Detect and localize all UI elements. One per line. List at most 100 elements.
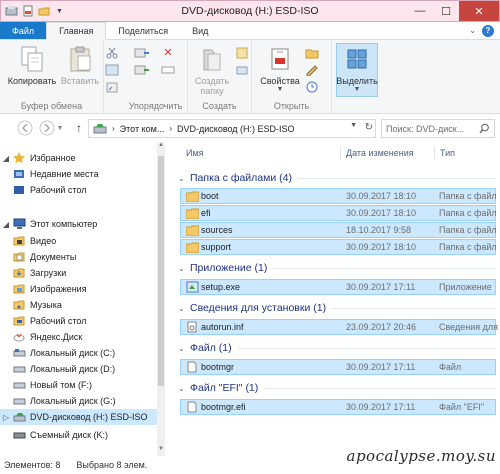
easy-access-icon[interactable] [234, 63, 250, 76]
paste-shortcut-icon[interactable] [104, 80, 120, 93]
item-count: Элементов: 8 [4, 460, 61, 470]
forward-button[interactable] [38, 119, 56, 137]
nav-item-favorites[interactable]: ◢ Избранное [0, 150, 160, 166]
nav-item-desktop[interactable]: Рабочий стол [0, 182, 160, 198]
tab-home[interactable]: Главная [46, 22, 107, 40]
tab-share[interactable]: Поделиться [106, 22, 180, 39]
collapsed-chevron-icon[interactable]: ▷ [0, 413, 12, 422]
column-header-date[interactable]: Дата изменения [346, 142, 414, 164]
column-header-name[interactable]: Имя [186, 142, 204, 164]
history-icon[interactable] [304, 80, 320, 93]
back-button[interactable] [16, 119, 34, 137]
select-button[interactable]: Выделить ▼ [336, 43, 378, 97]
nav-item-video[interactable]: Видео [0, 233, 160, 249]
ribbon-tabs: Файл Главная Поделиться Вид ⌄ ? [0, 22, 500, 40]
chevron-down-icon[interactable]: ▼ [277, 86, 284, 93]
chevron-down-icon[interactable]: ▼ [354, 86, 361, 93]
chevron-down-icon[interactable]: ⌄ [178, 264, 190, 273]
close-button[interactable]: ✕ [459, 1, 499, 21]
properties-button[interactable]: Свойства ▼ [258, 44, 302, 93]
copy-to-icon[interactable] [134, 63, 150, 76]
tab-file[interactable]: Файл [0, 22, 47, 39]
minimize-button[interactable]: — [407, 1, 433, 21]
scroll-up-icon[interactable]: ▲ [157, 142, 165, 152]
file-list: Имя Дата изменения Тип ⌄ Папка с файлами… [170, 142, 500, 456]
table-row[interactable]: bootmgr.efi 30.09.2017 17:11 Файл "EFI" [180, 399, 496, 415]
group-header-folders[interactable]: ⌄ Папка с файлами (4) [178, 170, 496, 186]
refresh-icon[interactable]: ↻ [365, 122, 373, 133]
maximize-button[interactable]: ☐ [433, 1, 459, 21]
nav-scrollbar[interactable]: ▲ ▼ [157, 142, 165, 456]
nav-item-recent-places[interactable]: Недавние места [0, 166, 160, 182]
expanded-chevron-icon[interactable]: ◢ [0, 154, 12, 163]
table-row[interactable]: setup.exe 30.09.2017 17:11 Приложение [180, 279, 496, 295]
paste-button[interactable]: Вставить [60, 44, 100, 86]
up-button[interactable]: ↑ [70, 119, 88, 137]
table-row[interactable]: autorun.inf 23.09.2017 20:46 Сведения дл… [180, 319, 498, 335]
address-bar[interactable]: › Этот ком... › DVD-дисковод (H:) ESD-IS… [88, 119, 376, 138]
nav-item-downloads[interactable]: Загрузки [0, 265, 160, 281]
breadcrumb-dvd-drive[interactable]: DVD-дисковод (H:) ESD-ISO [177, 124, 295, 134]
nav-item-removable-k[interactable]: Съемный диск (K:) [0, 427, 160, 443]
chevron-down-icon[interactable]: ⌄ [469, 26, 476, 35]
ribbon: Копировать Вставить Буфер обмена ✕ Упоря… [0, 40, 500, 114]
table-row[interactable]: bootmgr 30.09.2017 17:11 Файл [180, 359, 496, 375]
move-to-icon[interactable] [134, 46, 150, 59]
properties-icon[interactable] [21, 5, 34, 18]
nav-item-pictures[interactable]: Изображения [0, 281, 160, 297]
address-dropdown-icon[interactable]: ▼ [350, 122, 357, 129]
table-row[interactable]: sources 18.10.2017 9:58 Папка с файл [180, 222, 497, 238]
nav-item-desktop-2[interactable]: Рабочий стол [0, 313, 160, 329]
group-header-setup-info[interactable]: ⌄ Сведения для установки (1) [178, 300, 496, 316]
nav-item-drive-c[interactable]: Локальный диск (C:) [0, 345, 160, 361]
nav-item-drive-g[interactable]: Локальный диск (G:) [0, 393, 160, 409]
new-folder-icon[interactable] [37, 5, 50, 18]
cut-icon[interactable] [104, 46, 120, 59]
tab-view[interactable]: Вид [180, 22, 220, 39]
breadcrumb-separator-icon[interactable]: › [169, 124, 172, 133]
drive-icon [12, 363, 26, 375]
delete-icon[interactable]: ✕ [160, 46, 176, 59]
recent-locations-chevron-icon[interactable]: ▼ [56, 119, 64, 137]
copy-path-icon[interactable] [104, 63, 120, 76]
chevron-down-icon[interactable]: ⌄ [178, 174, 190, 183]
group-header-efi-file[interactable]: ⌄ Файл "EFI" (1) [178, 380, 496, 396]
chevron-down-icon[interactable]: ▼ [53, 5, 66, 18]
quick-access-toolbar: ▼ [5, 5, 66, 18]
properties-icon [266, 44, 294, 74]
breadcrumb-this-pc[interactable]: Этот ком... [120, 124, 165, 134]
table-row[interactable]: efi 30.09.2017 18:10 Папка с файл [180, 205, 497, 221]
nav-item-dvd-drive[interactable]: ▷ DVD-дисковод (H:) ESD-ISO [0, 409, 160, 425]
rename-icon[interactable] [160, 63, 176, 76]
chevron-down-icon[interactable]: ⌄ [178, 304, 190, 313]
nav-item-drive-f[interactable]: Новый том (F:) [0, 377, 160, 393]
group-header-file[interactable]: ⌄ Файл (1) [178, 340, 496, 356]
folder-icon [185, 190, 199, 202]
table-row[interactable]: boot 30.09.2017 18:10 Папка с файл [180, 188, 497, 204]
scroll-down-icon[interactable]: ▼ [157, 446, 165, 456]
new-folder-button[interactable]: Создать папку [194, 44, 230, 96]
scroll-thumb[interactable] [158, 156, 164, 386]
nav-item-documents[interactable]: Документы [0, 249, 160, 265]
open-icon[interactable] [304, 46, 320, 59]
nav-item-drive-d[interactable]: Локальный диск (D:) [0, 361, 160, 377]
expanded-chevron-icon[interactable]: ◢ [0, 220, 12, 229]
group-header-application[interactable]: ⌄ Приложение (1) [178, 260, 496, 276]
drive-icon [12, 379, 26, 391]
clipboard-tools [104, 46, 124, 93]
chevron-down-icon[interactable]: ⌄ [178, 384, 190, 393]
new-item-icon[interactable] [234, 46, 250, 59]
help-icon[interactable]: ? [482, 24, 494, 37]
copy-button[interactable]: Копировать [6, 44, 58, 86]
nav-item-music[interactable]: Музыка [0, 297, 160, 313]
yandex-disk-icon [12, 331, 26, 343]
chevron-down-icon[interactable]: ⌄ [178, 344, 190, 353]
nav-item-this-pc[interactable]: ◢ Этот компьютер [0, 216, 160, 232]
edit-icon[interactable] [304, 63, 320, 76]
breadcrumb-separator-icon[interactable]: › [112, 124, 115, 133]
table-row[interactable]: support 30.09.2017 18:10 Папка с файл [180, 239, 497, 255]
desktop-icon [12, 184, 26, 196]
search-input[interactable]: Поиск: DVD-диск... [381, 119, 495, 138]
column-header-type[interactable]: Тип [440, 142, 455, 164]
nav-item-yandex-disk[interactable]: Яндекс.Диск [0, 329, 160, 345]
